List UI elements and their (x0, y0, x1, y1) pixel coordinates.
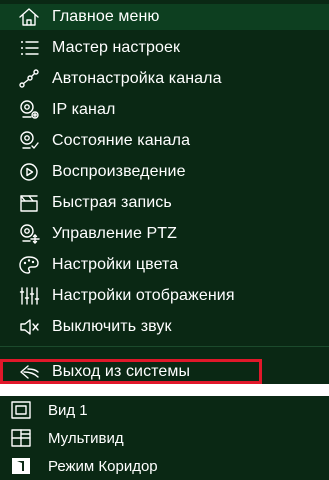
menu-item-label: Мультивид (48, 429, 124, 447)
menu-item-logout[interactable]: Выход из системы (0, 359, 329, 384)
list-icon (16, 37, 42, 59)
section-separator (0, 384, 329, 396)
camera-add-icon (16, 99, 42, 121)
record-icon (16, 192, 42, 214)
corridor-mode-icon (10, 456, 32, 476)
main-menu-panel: Главное меню Мастер настроек Автонастрой… (0, 0, 329, 384)
menu-item-color-settings[interactable]: Настройки цвета (0, 252, 329, 278)
home-icon (16, 6, 42, 28)
menu-item-playback[interactable]: Воспроизведение (0, 159, 329, 185)
network-nodes-icon (16, 68, 42, 90)
menu-item-label: Мастер настроек (52, 39, 181, 56)
menu-item-label: Выход из системы (52, 362, 191, 380)
menu-item-label: IP канал (52, 101, 116, 118)
menu-divider (0, 346, 329, 347)
palette-icon (16, 254, 42, 276)
menu-item-auto-channel[interactable]: Автонастройка канала (0, 66, 329, 92)
menu-item-label: Главное меню (52, 8, 160, 25)
menu-item-display-settings[interactable]: Настройки отображения (0, 283, 329, 309)
view-menu-panel: Вид 1 Мультивид Режим Коридор (0, 396, 329, 480)
menu-item-view-1[interactable]: Вид 1 (0, 396, 329, 424)
menu-item-multiview[interactable]: Мультивид (0, 424, 329, 452)
menu-item-setup-wizard[interactable]: Мастер настроек (0, 35, 329, 61)
mute-speaker-icon (16, 316, 42, 338)
menu-item-label: Вид 1 (48, 401, 88, 419)
single-view-icon (10, 400, 32, 420)
menu-item-corridor-mode[interactable]: Режим Коридор (0, 452, 329, 480)
camera-check-icon (16, 130, 42, 152)
play-circle-icon (16, 161, 42, 183)
menu-item-mute[interactable]: Выключить звук (0, 314, 329, 340)
menu-item-main-menu[interactable]: Главное меню (0, 4, 329, 30)
menu-item-quick-record[interactable]: Быстрая запись (0, 190, 329, 216)
back-arrow-icon (16, 361, 42, 383)
menu-item-channel-status[interactable]: Состояние канала (0, 128, 329, 154)
menu-item-label: Состояние канала (52, 132, 191, 149)
menu-item-label: Управление PTZ (52, 225, 178, 242)
menu-item-label: Режим Коридор (48, 457, 158, 475)
menu-item-label: Выключить звук (52, 318, 172, 335)
menu-item-label: Быстрая запись (52, 194, 172, 211)
menu-item-ip-channel[interactable]: IP канал (0, 97, 329, 123)
menu-item-label: Настройки цвета (52, 256, 179, 273)
menu-item-ptz-control[interactable]: Управление PTZ (0, 221, 329, 247)
ptz-camera-icon (16, 223, 42, 245)
menu-item-label: Автонастройка канала (52, 70, 222, 87)
menu-item-label: Настройки отображения (52, 287, 235, 304)
sliders-icon (16, 285, 42, 307)
multi-view-icon (10, 428, 32, 448)
menu-item-label: Воспроизведение (52, 163, 186, 180)
